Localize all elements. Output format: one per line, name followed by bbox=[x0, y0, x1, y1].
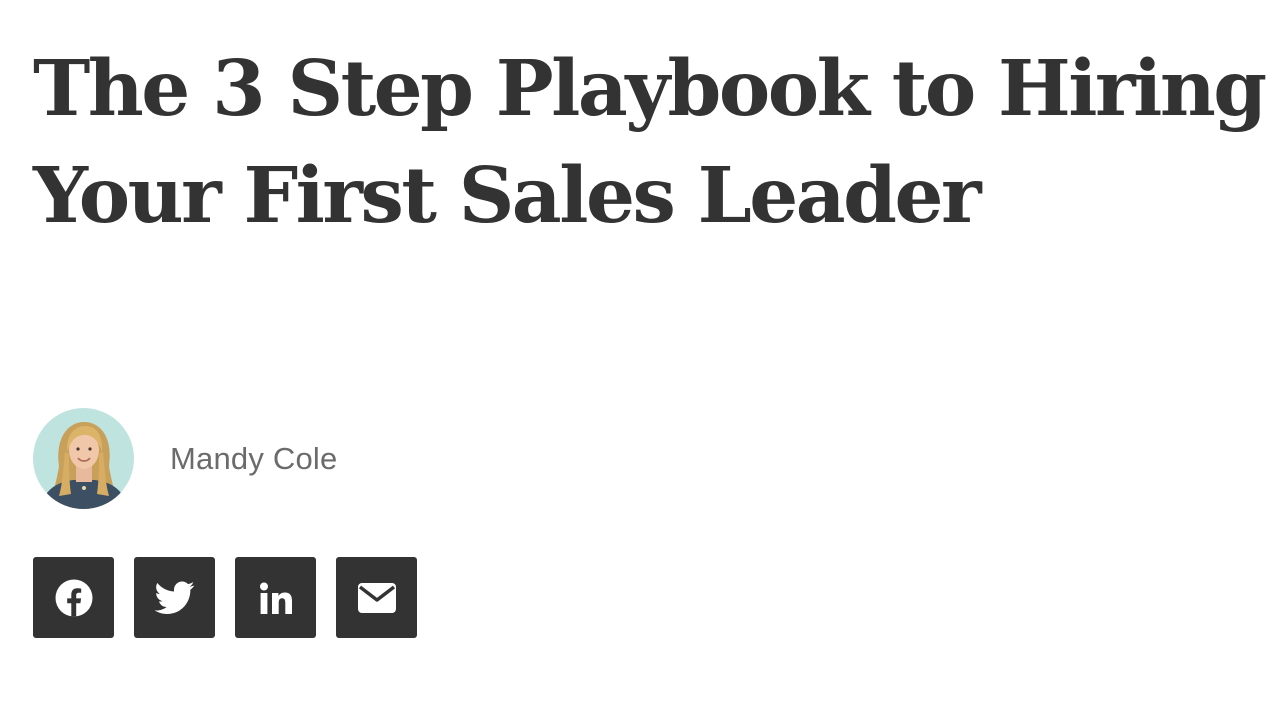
linkedin-icon bbox=[258, 580, 294, 616]
share-bar bbox=[33, 557, 417, 638]
author-byline: Mandy Cole bbox=[33, 408, 337, 509]
email-icon bbox=[357, 582, 397, 614]
share-linkedin-button[interactable] bbox=[235, 557, 316, 638]
share-twitter-button[interactable] bbox=[134, 557, 215, 638]
page-title: The 3 Step Playbook to Hiring Your First… bbox=[33, 44, 1267, 241]
avatar-image bbox=[33, 408, 134, 509]
share-facebook-button[interactable] bbox=[33, 557, 114, 638]
article-header: The 3 Step Playbook to Hiring Your First… bbox=[33, 36, 1273, 250]
share-email-button[interactable] bbox=[336, 557, 417, 638]
avatar[interactable] bbox=[33, 408, 134, 509]
author-name[interactable]: Mandy Cole bbox=[170, 441, 337, 477]
facebook-icon bbox=[54, 578, 94, 618]
twitter-icon bbox=[154, 581, 195, 615]
